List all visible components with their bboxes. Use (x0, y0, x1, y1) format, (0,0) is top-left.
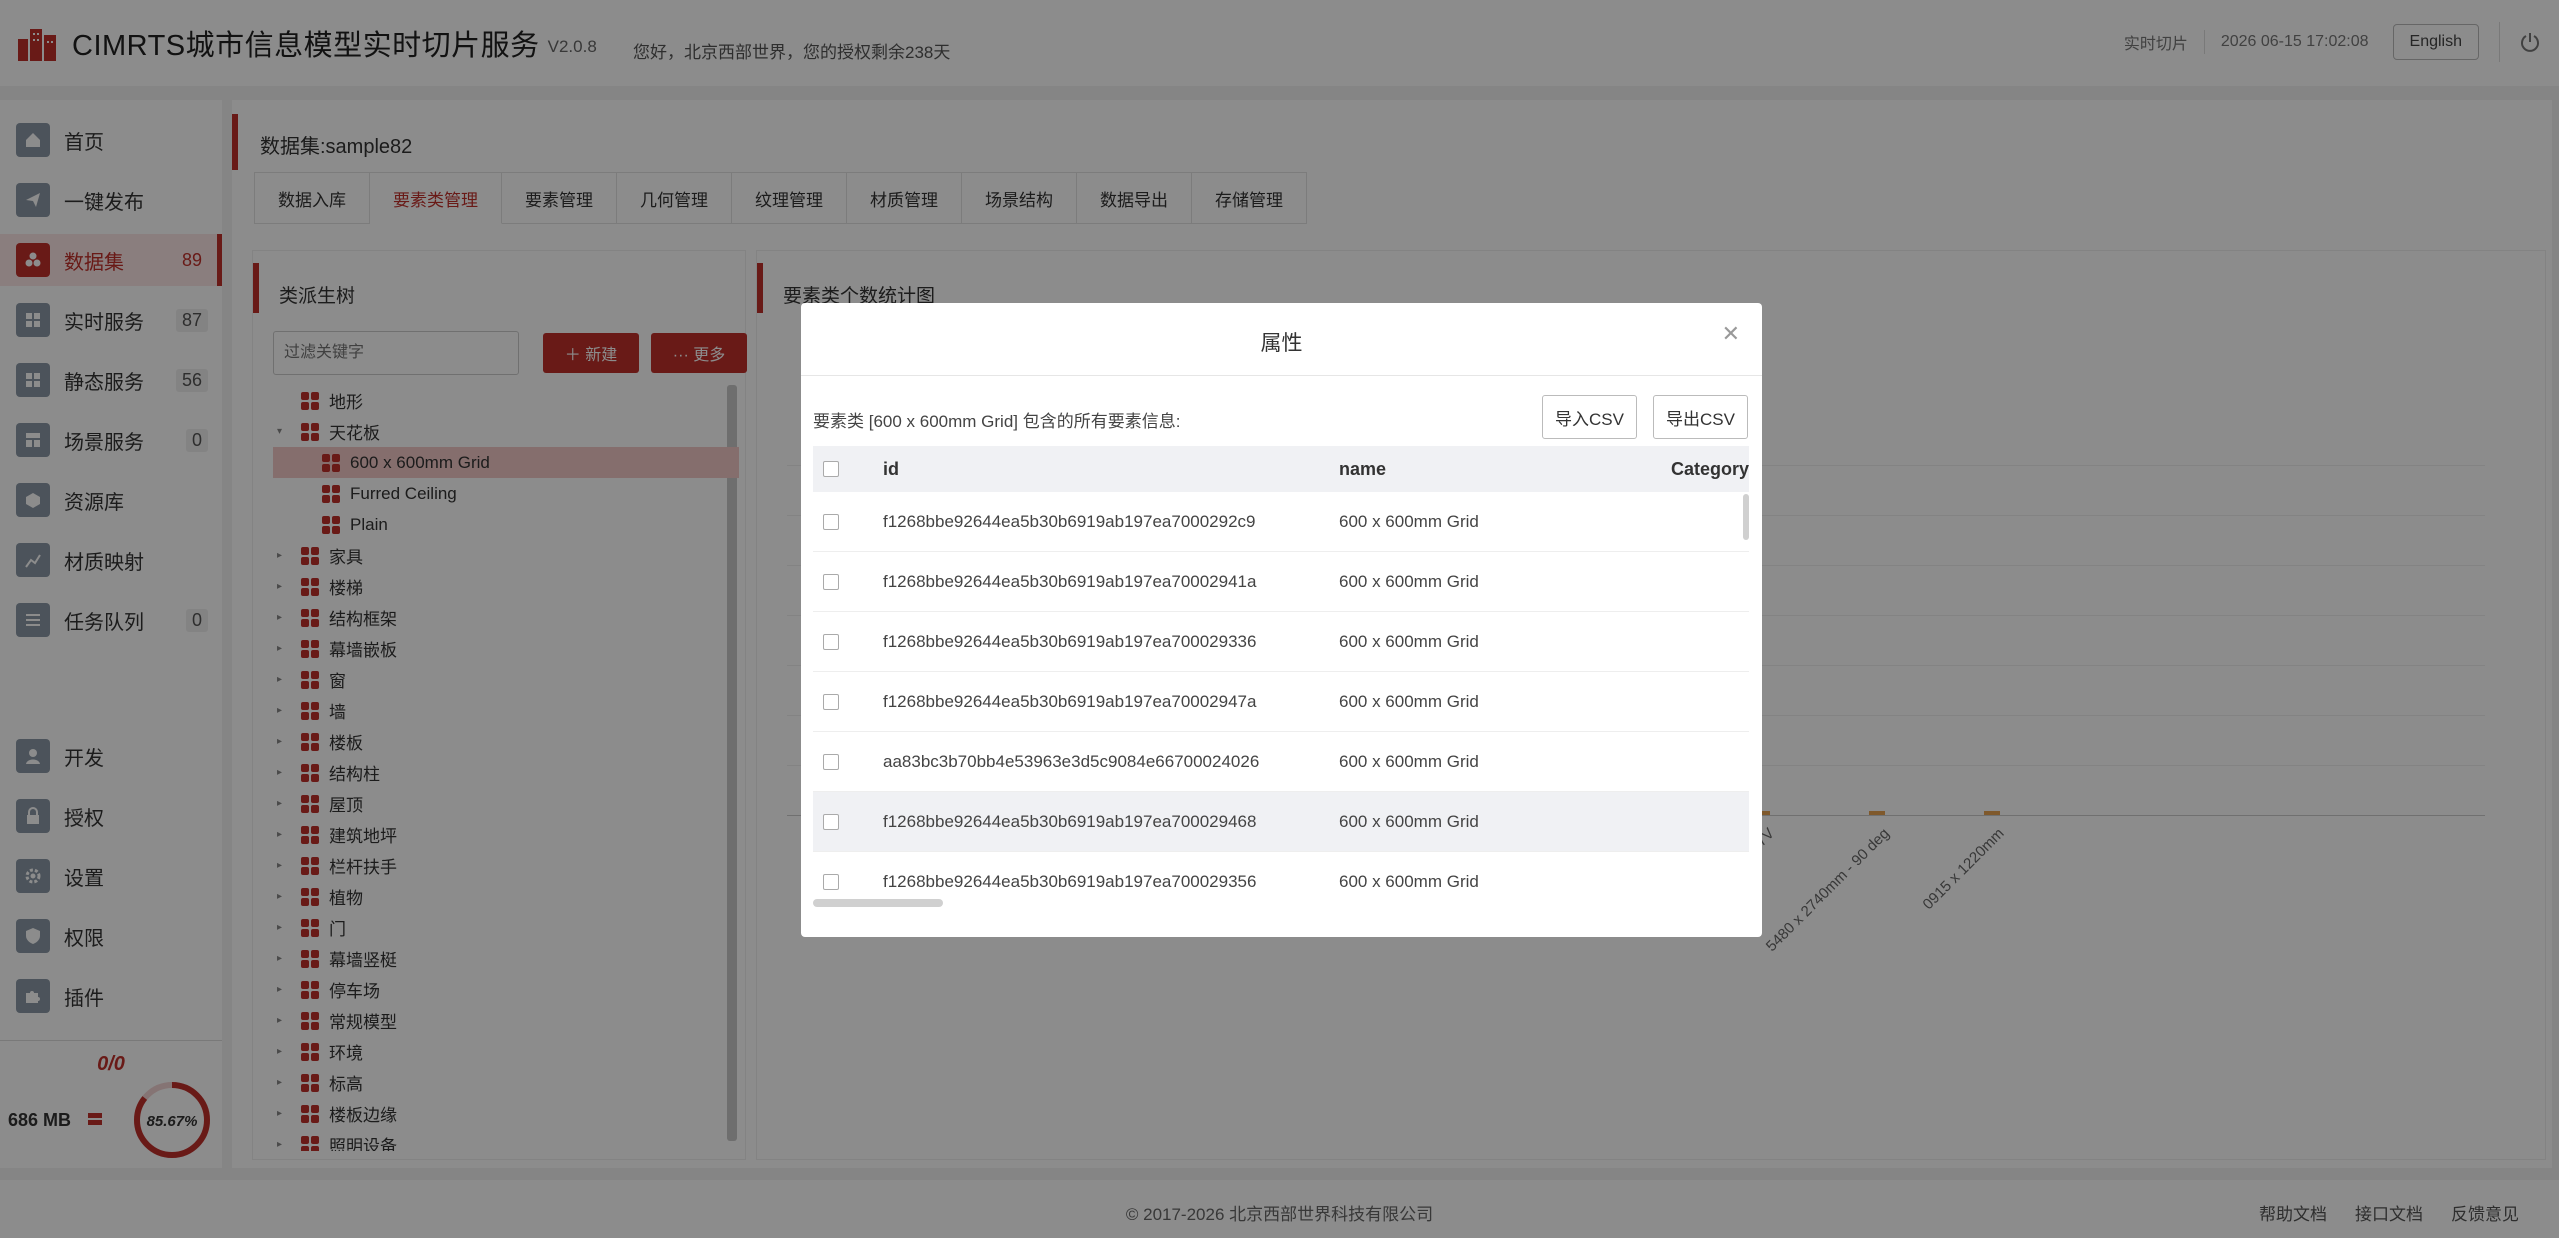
row-checkbox[interactable] (823, 874, 839, 890)
import-csv-button[interactable]: 导入CSV (1542, 395, 1637, 439)
table-row[interactable]: f1268bbe92644ea5b30b6919ab197ea700029336… (813, 612, 1749, 672)
row-checkbox[interactable] (823, 634, 839, 650)
cell-id: f1268bbe92644ea5b30b6919ab197ea7000292c9 (883, 512, 1256, 531)
cell-name: 600 x 600mm Grid (1339, 872, 1479, 891)
features-table: id name Category f1268bbe92644ea5b30b691… (813, 446, 1749, 906)
cell-id: f1268bbe92644ea5b30b6919ab197ea70002941a (883, 572, 1257, 591)
table-row[interactable]: f1268bbe92644ea5b30b6919ab197ea7000292c9… (813, 492, 1749, 552)
table-row[interactable]: aa83bc3b70bb4e53963e3d5c9084e66700024026… (813, 732, 1749, 792)
table-vertical-scrollbar[interactable] (1743, 494, 1749, 540)
cell-name: 600 x 600mm Grid (1339, 692, 1479, 711)
column-header-id[interactable]: id (883, 446, 899, 492)
row-checkbox[interactable] (823, 814, 839, 830)
row-checkbox[interactable] (823, 514, 839, 530)
modal-title: 属性 (1260, 332, 1303, 355)
table-header: id name Category (813, 446, 1749, 492)
row-checkbox[interactable] (823, 754, 839, 770)
row-checkbox[interactable] (823, 574, 839, 590)
select-all-checkbox[interactable] (823, 461, 839, 477)
cell-name: 600 x 600mm Grid (1339, 812, 1479, 831)
row-checkbox[interactable] (823, 694, 839, 710)
cell-name: 600 x 600mm Grid (1339, 512, 1479, 531)
table-horizontal-scrollbar[interactable] (813, 899, 943, 907)
cell-id: aa83bc3b70bb4e53963e3d5c9084e66700024026 (883, 752, 1260, 771)
column-header-category[interactable]: Category (1671, 446, 1749, 492)
cell-id: f1268bbe92644ea5b30b6919ab197ea700029336 (883, 632, 1257, 651)
table-row[interactable]: f1268bbe92644ea5b30b6919ab197ea700029468… (813, 792, 1749, 852)
modal-description: 要素类 [600 x 600mm Grid] 包含的所有要素信息: (813, 412, 1181, 431)
column-header-name[interactable]: name (1339, 446, 1386, 492)
close-icon[interactable]: ✕ (1722, 321, 1740, 347)
cell-name: 600 x 600mm Grid (1339, 632, 1479, 651)
cell-name: 600 x 600mm Grid (1339, 572, 1479, 591)
cell-id: f1268bbe92644ea5b30b6919ab197ea70002947a (883, 692, 1257, 711)
table-row[interactable]: f1268bbe92644ea5b30b6919ab197ea70002941a… (813, 552, 1749, 612)
cell-id: f1268bbe92644ea5b30b6919ab197ea700029468 (883, 812, 1257, 831)
cell-id: f1268bbe92644ea5b30b6919ab197ea700029356 (883, 872, 1257, 891)
table-row[interactable]: f1268bbe92644ea5b30b6919ab197ea70002947a… (813, 672, 1749, 732)
cell-name: 600 x 600mm Grid (1339, 752, 1479, 771)
modal-divider (801, 375, 1762, 376)
table-row[interactable]: f1268bbe92644ea5b30b6919ab197ea700029356… (813, 852, 1749, 906)
attributes-modal: 属性 ✕ 要素类 [600 x 600mm Grid] 包含的所有要素信息: 导… (801, 303, 1762, 937)
export-csv-button[interactable]: 导出CSV (1653, 395, 1748, 439)
